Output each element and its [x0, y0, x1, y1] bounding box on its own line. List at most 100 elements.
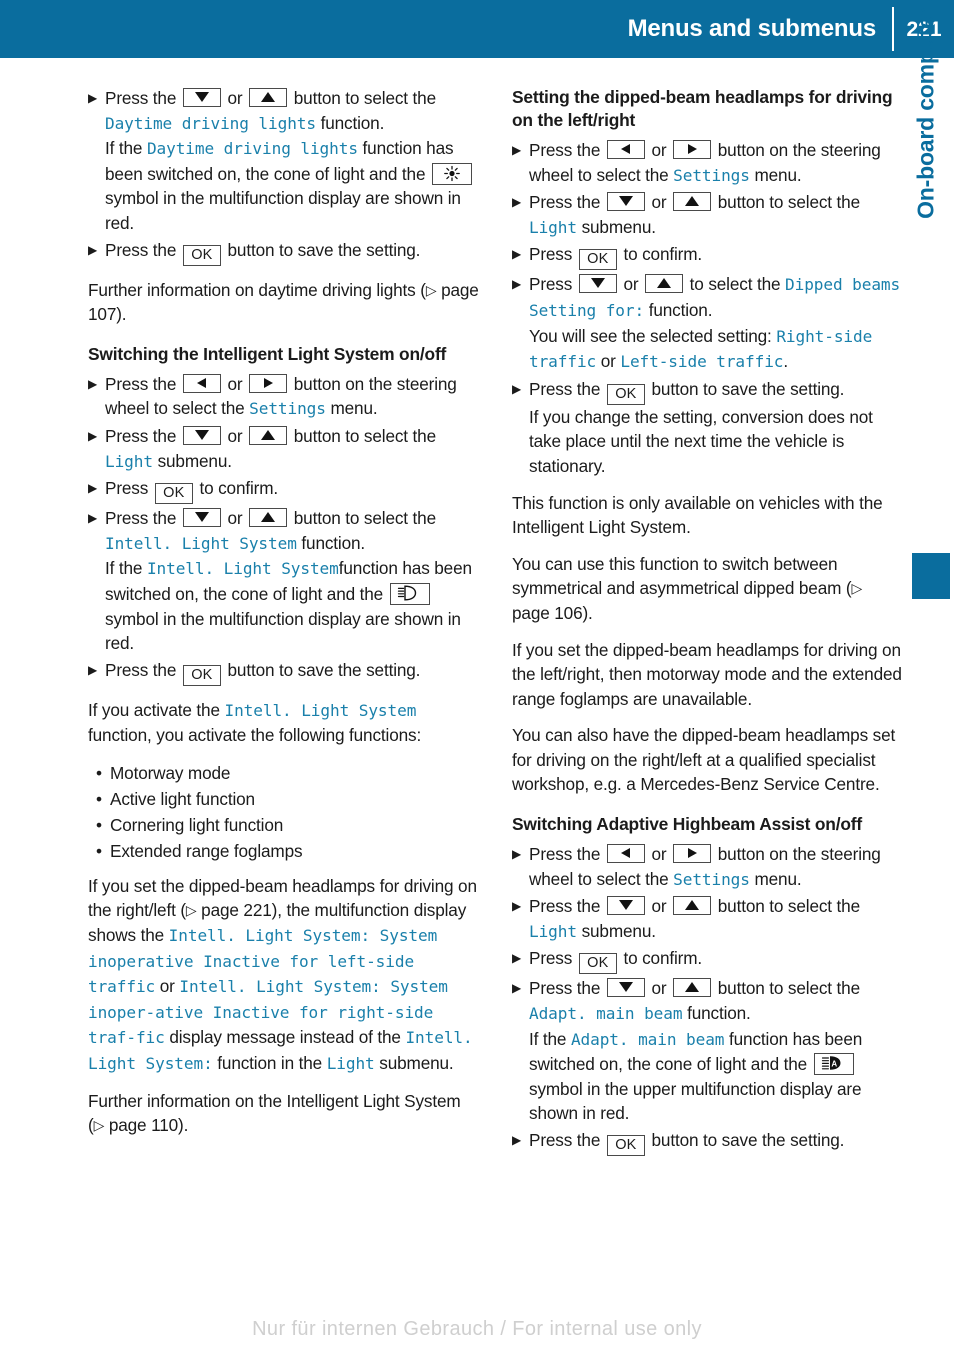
- step-select-adapt-main-beam: ▶ Press the or button to select the Adap…: [512, 976, 904, 1126]
- arrow-left-key-icon[interactable]: [182, 373, 221, 393]
- step-text: menu.: [325, 398, 378, 419]
- arrow-down-key-icon[interactable]: [606, 896, 645, 916]
- arrow-down-key-icon[interactable]: [606, 192, 645, 212]
- bullet-dot-icon: •: [96, 788, 102, 809]
- step-text: to confirm.: [618, 244, 703, 265]
- arrow-up-key-icon[interactable]: [645, 274, 684, 294]
- step-select-settings-menu: ▶ Press the or button on the steering wh…: [512, 842, 904, 892]
- arrow-right-key-icon[interactable]: [673, 844, 712, 864]
- step-text: symbol in the multifunction display are …: [105, 188, 461, 233]
- arrow-down-key-icon[interactable]: [606, 978, 645, 998]
- paragraph-workshop: You can also have the dipped-beam headla…: [512, 725, 896, 795]
- play-triangle-icon: ▶: [512, 951, 522, 966]
- arrow-down-key-icon[interactable]: [578, 274, 617, 294]
- menu-item-intell-light-system: Intell. Light System: [146, 559, 339, 579]
- arrow-up-key-icon[interactable]: [673, 896, 712, 916]
- arrow-up-key-icon[interactable]: [249, 425, 288, 445]
- step-confirm: ▶ Press OK to confirm.: [512, 946, 904, 975]
- step-text: Press the: [105, 508, 181, 529]
- step-text: .: [783, 351, 789, 372]
- step-save-setting: ▶ Press the OK button to save the settin…: [88, 658, 480, 686]
- ok-key-icon[interactable]: OK: [182, 244, 221, 266]
- step-text: If the: [105, 558, 147, 579]
- step-text: Press the: [105, 88, 181, 108]
- arrow-up-key-icon[interactable]: [673, 978, 712, 998]
- menu-item-light: Light: [529, 921, 577, 941]
- list-item: • Active light function: [96, 786, 480, 812]
- step-text: You will see the selected setting:: [529, 325, 777, 346]
- menu-item-light: Light: [326, 1054, 375, 1074]
- arrow-left-key-icon[interactable]: [606, 844, 645, 864]
- paragraph-text: function in the: [212, 1053, 327, 1074]
- footer-watermark: Nur für internen Gebrauch / For internal…: [252, 1318, 702, 1340]
- page-reference-arrow-icon: ▷: [185, 902, 197, 919]
- step-text: or: [222, 508, 248, 529]
- setting-value-left-side-traffic: Left-side traffic: [620, 352, 784, 372]
- menu-item-light: Light: [105, 451, 153, 471]
- menu-item-light: Light: [529, 217, 577, 237]
- step-text: menu.: [749, 164, 802, 185]
- play-triangle-icon: ▶: [512, 981, 522, 996]
- page-header-bar: Menus and submenus 221: [0, 0, 954, 58]
- list-item-label: Motorway mode: [110, 762, 231, 783]
- step-select-intelligent-light-system: ▶ Press the or button to select the Inte…: [88, 506, 480, 656]
- daytime-running-lights-symbol-icon: [431, 162, 472, 185]
- play-triangle-icon: ▶: [512, 899, 522, 914]
- step-text: Press the: [529, 140, 605, 160]
- heading-switching-adaptive-highbeam-assist: Switching Adaptive Highbeam Assist on/of…: [512, 814, 862, 835]
- arrow-down-key-icon[interactable]: [182, 88, 221, 107]
- arrow-up-key-icon[interactable]: [249, 508, 288, 528]
- paragraph-further-info-daytime: Further information on daytime driving l…: [88, 278, 480, 327]
- adaptive-highbeam-symbol-icon: A: [813, 1053, 854, 1076]
- paragraph-text: display message instead of the: [164, 1027, 406, 1048]
- ok-key-icon[interactable]: OK: [606, 383, 645, 405]
- chapter-side-tab-label: On-board computer and displays: [912, 0, 939, 219]
- step-text: function.: [296, 532, 366, 553]
- step-text: Press the: [529, 978, 605, 999]
- page-reference-arrow-icon: ▷: [93, 1117, 105, 1134]
- step-text: or: [646, 844, 672, 865]
- step-text: submenu.: [576, 216, 656, 237]
- bullet-dot-icon: •: [96, 762, 102, 783]
- arrow-right-key-icon[interactable]: [249, 373, 288, 393]
- step-select-light-submenu: ▶ Press the or button to select the Ligh…: [88, 424, 480, 474]
- step-text: to confirm.: [194, 478, 279, 499]
- arrow-down-key-icon[interactable]: [182, 425, 221, 445]
- bullet-dot-icon: •: [96, 840, 102, 861]
- ok-key-icon[interactable]: OK: [182, 664, 221, 686]
- arrow-up-key-icon[interactable]: [673, 192, 712, 212]
- play-triangle-icon: ▶: [88, 662, 98, 677]
- step-text: or: [596, 351, 621, 372]
- arrow-up-key-icon[interactable]: [249, 88, 288, 107]
- step-confirm: ▶ Press OK to confirm.: [88, 476, 480, 505]
- step-text: If you change the setting, conversion do…: [529, 406, 873, 476]
- step-text: Press the: [105, 425, 181, 446]
- step-text: or: [646, 978, 672, 999]
- bullet-dot-icon: •: [96, 814, 102, 835]
- page-reference-arrow-icon: ▷: [425, 281, 437, 298]
- arrow-down-key-icon[interactable]: [182, 508, 221, 528]
- ok-key-icon[interactable]: OK: [578, 953, 617, 975]
- paragraph-motorway-unavailable: If you set the dipped-beam headlamps for…: [512, 639, 902, 709]
- ok-key-icon[interactable]: OK: [578, 249, 617, 271]
- step-text: function.: [682, 1003, 751, 1024]
- ok-key-icon[interactable]: OK: [154, 483, 193, 505]
- step-text: Press the: [529, 1130, 605, 1150]
- ok-key-icon[interactable]: OK: [606, 1135, 645, 1156]
- step-save-setting: ▶ Press the OK button to save the settin…: [512, 1128, 904, 1156]
- play-triangle-icon: ▶: [88, 481, 98, 496]
- paragraph-text: page 110).: [104, 1115, 189, 1136]
- chapter-side-tab-marker: [912, 553, 950, 599]
- arrow-left-key-icon[interactable]: [606, 140, 645, 159]
- step-text: Press: [105, 478, 153, 499]
- step-text: or: [646, 896, 672, 917]
- step-text: button to save the setting.: [646, 1130, 845, 1150]
- step-select-light-submenu: ▶ Press the or button to select the Ligh…: [512, 894, 904, 944]
- menu-item-adapt-main-beam: Adapt. main beam: [529, 1004, 683, 1024]
- menu-item-settings: Settings: [673, 165, 750, 185]
- step-select-light-submenu: ▶ Press the or button to select the Ligh…: [512, 190, 904, 240]
- arrow-right-key-icon[interactable]: [673, 140, 712, 159]
- step-text: button to save the setting.: [222, 659, 421, 680]
- step-text: Press the: [529, 378, 605, 399]
- step-text: button to save the setting.: [222, 239, 421, 260]
